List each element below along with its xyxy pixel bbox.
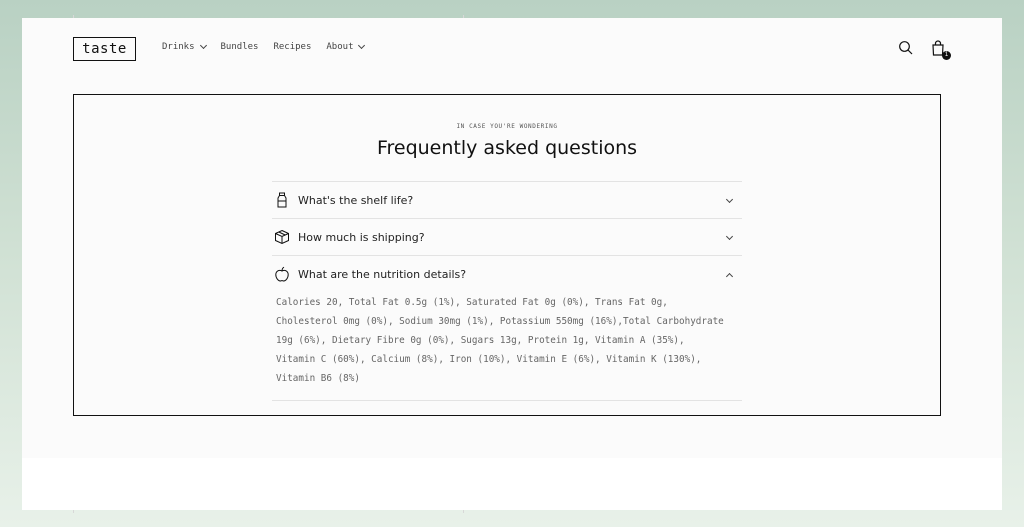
logo[interactable]: taste (73, 37, 136, 61)
chevron-up-icon (725, 272, 734, 281)
box-icon (274, 229, 290, 245)
nav-item-label: Drinks (162, 42, 195, 52)
page: taste Drinks Bundles Recipes About 1 IN … (22, 18, 1002, 458)
cart-button[interactable]: 1 (930, 40, 951, 60)
header-actions: 1 (898, 40, 951, 60)
nav-item-about[interactable]: About (326, 41, 366, 52)
nav-item-label: Bundles (220, 42, 259, 52)
layout-guide (463, 510, 464, 513)
page-footer-area (22, 458, 1002, 510)
faq-answer-text: Calories 20, Total Fat 0.5g (1%), Satura… (276, 297, 724, 384)
faq-question-shipping[interactable]: How much is shipping? (272, 219, 742, 255)
nav-item-drinks[interactable]: Drinks (162, 41, 207, 52)
faq-section: IN CASE YOU'RE WONDERING Frequently aske… (73, 94, 941, 416)
faq-list: What's the shelf life? How much is shipp… (272, 181, 742, 401)
nav-item-label: About (326, 42, 354, 52)
faq-title: Frequently asked questions (376, 137, 638, 159)
chevron-down-icon (725, 195, 734, 204)
faq-question-text: How much is shipping? (298, 230, 425, 244)
nav-item-label: Recipes (273, 42, 312, 52)
nav-item-bundles[interactable]: Bundles (221, 42, 259, 52)
faq-item: How much is shipping? (272, 218, 742, 255)
faq-question-nutrition[interactable]: What are the nutrition details? (272, 256, 742, 292)
search-button[interactable] (898, 40, 914, 56)
search-icon (899, 41, 913, 55)
bottle-icon (274, 192, 290, 208)
apple-icon (274, 266, 290, 282)
faq-question-text: What's the shelf life? (298, 193, 414, 207)
faq-question-text: What are the nutrition details? (298, 267, 467, 281)
main-nav: Drinks Bundles Recipes About (162, 41, 379, 52)
chevron-down-icon (725, 232, 734, 241)
chevron-down-icon (358, 41, 366, 50)
faq-question-shelf-life[interactable]: What's the shelf life? (272, 182, 742, 218)
chevron-down-icon (199, 41, 207, 50)
faq-item: What's the shelf life? (272, 181, 742, 218)
nav-item-recipes[interactable]: Recipes (273, 42, 311, 52)
faq-eyebrow: IN CASE YOU'RE WONDERING (456, 123, 558, 130)
layout-guide (73, 510, 74, 513)
faq-item: What are the nutrition details? Calories… (272, 255, 742, 401)
cart-count-badge: 1 (942, 51, 951, 60)
